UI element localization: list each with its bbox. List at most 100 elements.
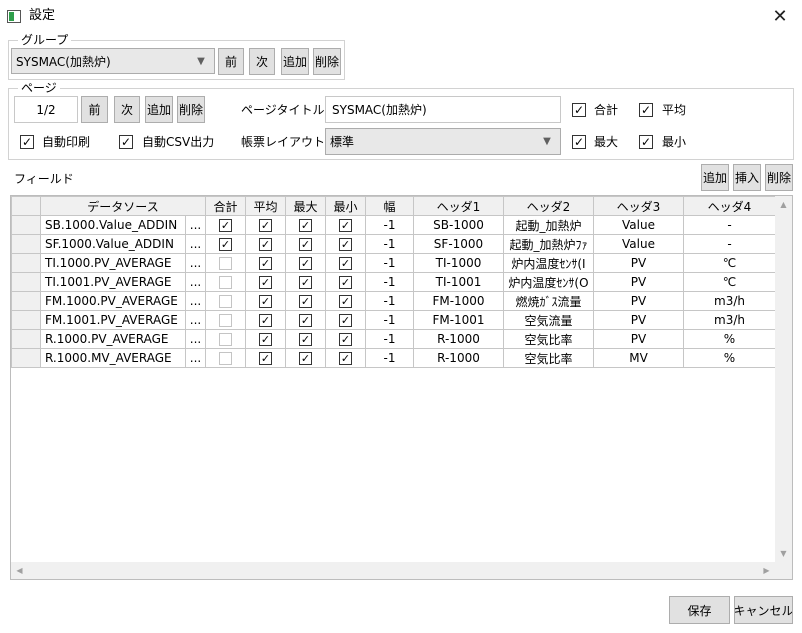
max-cell-checkbox[interactable]: ✓	[299, 276, 312, 289]
cell-min[interactable]: ✓	[325, 291, 366, 311]
row-header[interactable]	[11, 329, 41, 349]
sum-cell-checkbox[interactable]	[219, 352, 232, 365]
cell-max[interactable]: ✓	[285, 215, 326, 235]
avg-cell-checkbox[interactable]: ✓	[259, 352, 272, 365]
sum-cell-checkbox[interactable]	[219, 276, 232, 289]
min-cell-checkbox[interactable]: ✓	[339, 238, 352, 251]
group-delete-button[interactable]: 削除	[313, 48, 341, 75]
cell-min[interactable]: ✓	[325, 234, 366, 254]
cell-h4[interactable]: -	[683, 215, 776, 235]
min-cell-checkbox[interactable]: ✓	[339, 219, 352, 232]
cell-min[interactable]: ✓	[325, 253, 366, 273]
cell-h2[interactable]: 空気比率	[503, 348, 594, 368]
cell-avg[interactable]: ✓	[245, 291, 286, 311]
cell-source[interactable]: SF.1000.Value_ADDIN	[40, 234, 186, 254]
cell-width[interactable]: -1	[365, 272, 414, 292]
min-cell-checkbox[interactable]: ✓	[339, 352, 352, 365]
max-cell-checkbox[interactable]: ✓	[299, 238, 312, 251]
arrow-left-icon[interactable]: ◀	[11, 562, 28, 579]
cell-h3[interactable]: PV	[593, 310, 684, 330]
auto-print-checkbox[interactable]: ✓	[20, 135, 34, 149]
cell-h1[interactable]: SF-1000	[413, 234, 504, 254]
col-header-h3[interactable]: ヘッダ3	[593, 196, 684, 216]
group-select[interactable]: SYSMAC(加熱炉) ▼	[11, 48, 215, 74]
col-header-h4[interactable]: ヘッダ4	[683, 196, 776, 216]
sum-cell-checkbox[interactable]	[219, 295, 232, 308]
cell-browse-button[interactable]: ...	[185, 215, 206, 235]
row-header[interactable]	[11, 215, 41, 235]
vertical-scrollbar[interactable]: ▲ ▼	[775, 196, 792, 562]
col-header-max[interactable]: 最大	[285, 196, 326, 216]
max-cell-checkbox[interactable]: ✓	[299, 352, 312, 365]
avg-cell-checkbox[interactable]: ✓	[259, 276, 272, 289]
page-next-button[interactable]: 次	[114, 96, 140, 123]
cell-browse-button[interactable]: ...	[185, 272, 206, 292]
cell-avg[interactable]: ✓	[245, 253, 286, 273]
avg-cell-checkbox[interactable]: ✓	[259, 257, 272, 270]
cell-source[interactable]: TI.1000.PV_AVERAGE	[40, 253, 186, 273]
table-row[interactable]: SF.1000.Value_ADDIN... ✓ ✓ ✓ ✓ -1 SF-1000 起動_加熱…	[11, 234, 776, 254]
cell-h4[interactable]: ℃	[683, 272, 776, 292]
cell-source[interactable]: FM.1001.PV_AVERAGE	[40, 310, 186, 330]
table-row[interactable]: FM.1000.PV_AVERAGE... ✓ ✓ ✓ -1 FM-1000 燃焼ｶﾞｽ流量…	[11, 291, 776, 311]
max-checkbox[interactable]: ✓	[572, 135, 586, 149]
cell-max[interactable]: ✓	[285, 291, 326, 311]
cell-h4[interactable]: %	[683, 348, 776, 368]
cell-h4[interactable]: m3/h	[683, 310, 776, 330]
min-cell-checkbox[interactable]: ✓	[339, 257, 352, 270]
sum-cell-checkbox[interactable]	[219, 333, 232, 346]
col-header-avg[interactable]: 平均	[245, 196, 286, 216]
max-cell-checkbox[interactable]: ✓	[299, 257, 312, 270]
cell-h1[interactable]: SB-1000	[413, 215, 504, 235]
cell-h2[interactable]: 起動_加熱炉ﾌｧ	[503, 234, 594, 254]
cell-browse-button[interactable]: ...	[185, 253, 206, 273]
cell-h4[interactable]: -	[683, 234, 776, 254]
cell-h1[interactable]: TI-1001	[413, 272, 504, 292]
cell-browse-button[interactable]: ...	[185, 310, 206, 330]
cell-h2[interactable]: 空気比率	[503, 329, 594, 349]
sum-cell-checkbox[interactable]	[219, 257, 232, 270]
cell-h3[interactable]: Value	[593, 234, 684, 254]
max-cell-checkbox[interactable]: ✓	[299, 295, 312, 308]
cell-min[interactable]: ✓	[325, 272, 366, 292]
auto-csv-checkbox[interactable]: ✓	[119, 135, 133, 149]
cell-min[interactable]: ✓	[325, 215, 366, 235]
cell-sum[interactable]: ✓	[205, 234, 246, 254]
sum-cell-checkbox[interactable]: ✓	[219, 219, 232, 232]
cell-width[interactable]: -1	[365, 291, 414, 311]
cell-width[interactable]: -1	[365, 234, 414, 254]
cell-max[interactable]: ✓	[285, 272, 326, 292]
cell-avg[interactable]: ✓	[245, 329, 286, 349]
cell-width[interactable]: -1	[365, 348, 414, 368]
page-number-field[interactable]: 1/2	[14, 96, 78, 123]
arrow-up-icon[interactable]: ▲	[775, 196, 792, 213]
layout-select[interactable]: 標準 ▼	[325, 128, 561, 155]
page-prev-button[interactable]: 前	[81, 96, 108, 123]
cell-h3[interactable]: PV	[593, 253, 684, 273]
cell-min[interactable]: ✓	[325, 310, 366, 330]
cell-width[interactable]: -1	[365, 310, 414, 330]
cell-h3[interactable]: PV	[593, 329, 684, 349]
table-row[interactable]: R.1000.PV_AVERAGE... ✓ ✓ ✓ -1 R-1000 空気比率 PV%	[11, 329, 776, 349]
min-cell-checkbox[interactable]: ✓	[339, 295, 352, 308]
row-header[interactable]	[11, 310, 41, 330]
table-row[interactable]: R.1000.MV_AVERAGE... ✓ ✓ ✓ -1 R-1000 空気比率 MV%	[11, 348, 776, 368]
table-row[interactable]: TI.1000.PV_AVERAGE... ✓ ✓ ✓ -1 TI-1000 炉内温度ｾﾝｻ…	[11, 253, 776, 273]
cell-source[interactable]: R.1000.PV_AVERAGE	[40, 329, 186, 349]
cell-max[interactable]: ✓	[285, 310, 326, 330]
close-icon[interactable]: ✕	[768, 4, 792, 28]
cell-h2[interactable]: 燃焼ｶﾞｽ流量	[503, 291, 594, 311]
cell-source[interactable]: TI.1001.PV_AVERAGE	[40, 272, 186, 292]
cell-h4[interactable]: ℃	[683, 253, 776, 273]
cell-h2[interactable]: 空気流量	[503, 310, 594, 330]
cell-avg[interactable]: ✓	[245, 272, 286, 292]
cell-browse-button[interactable]: ...	[185, 234, 206, 254]
cancel-button[interactable]: キャンセル	[734, 596, 793, 624]
cell-h1[interactable]: R-1000	[413, 348, 504, 368]
save-button[interactable]: 保存	[669, 596, 730, 624]
col-header-h1[interactable]: ヘッダ1	[413, 196, 504, 216]
col-header-h2[interactable]: ヘッダ2	[503, 196, 594, 216]
cell-source[interactable]: FM.1000.PV_AVERAGE	[40, 291, 186, 311]
avg-cell-checkbox[interactable]: ✓	[259, 295, 272, 308]
sum-checkbox[interactable]: ✓	[572, 103, 586, 117]
